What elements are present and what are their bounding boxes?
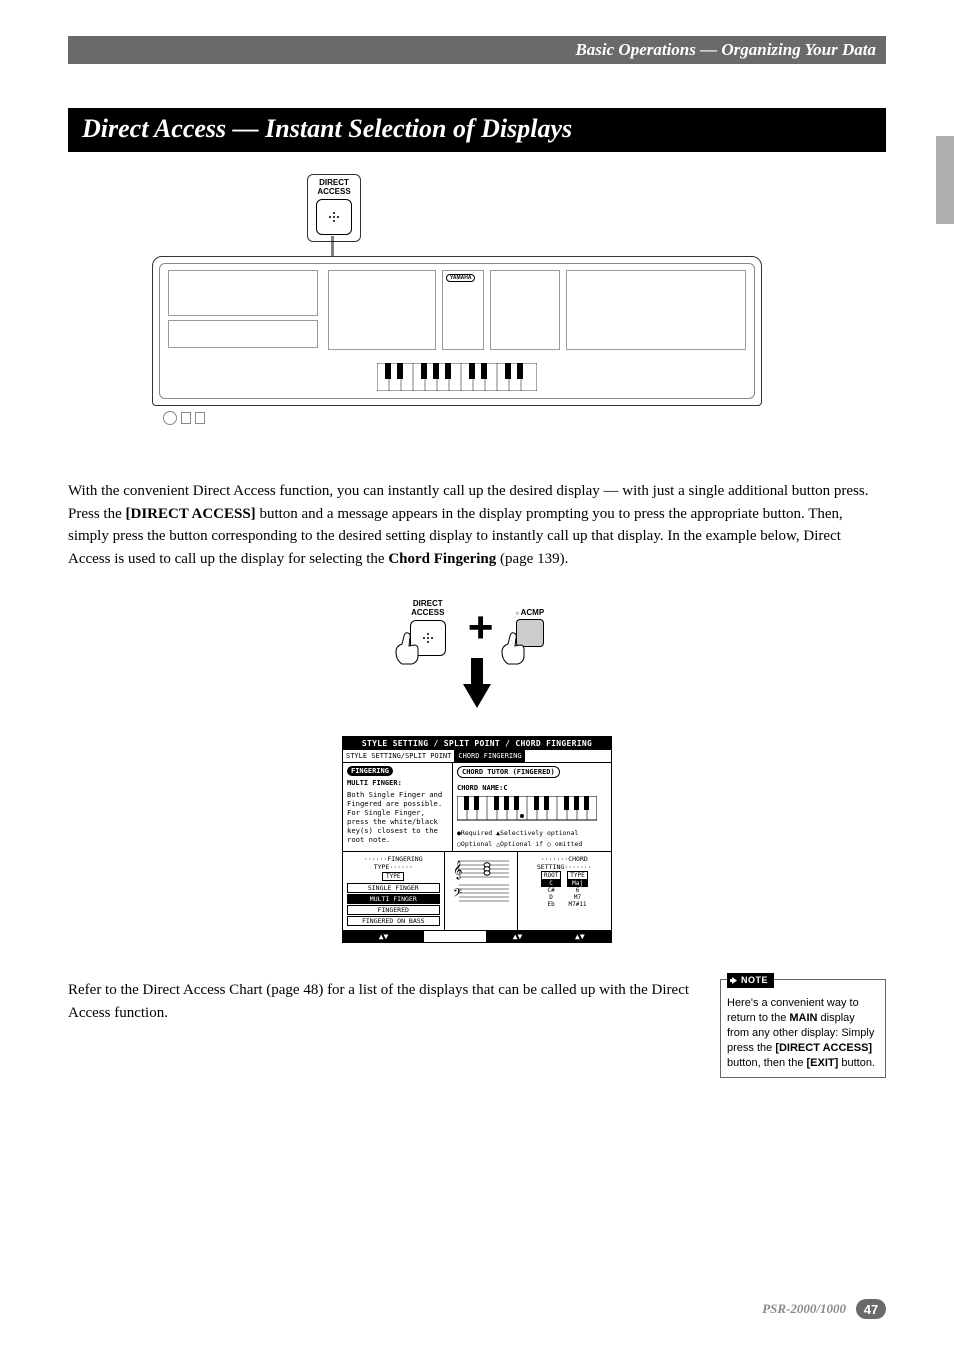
multi-finger-desc: Both Single Finger and Fingered are poss… xyxy=(347,790,448,844)
direct-access-label: DIRECT ACCESS xyxy=(316,179,352,197)
arrow-down-icon xyxy=(463,684,491,708)
chord-name-label: CHORD NAME: xyxy=(457,784,503,792)
fingering-type-header: FINGERING TYPE xyxy=(374,855,423,871)
lcd-title: STYLE SETTING / SPLIT POINT / CHORD FING… xyxy=(343,737,611,750)
page-title: Direct Access — Instant Selection of Dis… xyxy=(68,108,886,152)
note-main-ref: MAIN xyxy=(789,1012,817,1024)
type-fingered-on-bass: FINGERED ON BASS xyxy=(347,916,440,926)
type2-m7: M7 xyxy=(567,894,587,901)
lcd-tab-style: STYLE SETTING/SPLIT POINT xyxy=(343,750,455,762)
music-staff-icon: 𝄞 𝄢 xyxy=(451,855,511,903)
type2-m7s11: M7#11 xyxy=(567,901,587,908)
lcd-tabs: STYLE SETTING/SPLIT POINT CHORD FINGERIN… xyxy=(343,750,611,763)
staff-col: 𝄞 𝄢 xyxy=(445,852,518,930)
type-single-finger: SINGLE FINGER xyxy=(347,883,440,893)
root-c: C xyxy=(541,880,561,887)
direct-access-button-icon xyxy=(316,199,352,235)
fingering-type-col: ······FINGERING TYPE······ TYPE SINGLE F… xyxy=(343,852,445,930)
footer-arrow-2: ▲▼ xyxy=(486,931,548,942)
piano-keys-icon xyxy=(377,363,537,391)
lcd-footer-arrows: ▲▼ ▲▼ ▲▼ xyxy=(343,930,611,942)
closing-paragraph: Refer to the Direct Access Chart (page 4… xyxy=(68,979,692,1024)
brand-logo: YAMAHA xyxy=(446,274,475,282)
root-col-label: ROOT xyxy=(541,871,561,880)
note-d: button. xyxy=(838,1057,875,1069)
keyboard-panel-illustration: YAMAHA xyxy=(152,256,762,406)
acmp-label: ACMP xyxy=(521,608,545,617)
type-multi-finger: MULTI FINGER xyxy=(347,894,440,904)
root-eb: Eb xyxy=(541,901,561,908)
direct-access-button-ref: [DIRECT ACCESS] xyxy=(126,506,256,522)
lcd-display: STYLE SETTING / SPLIT POINT / CHORD FING… xyxy=(342,736,612,944)
lcd-right-panel: CHORD TUTOR (FINGERED) CHORD NAME:C ●Req… xyxy=(453,763,611,852)
svg-text:𝄢: 𝄢 xyxy=(453,888,462,903)
note-tag: NOTE xyxy=(727,973,774,987)
type2-col-label: TYPE xyxy=(567,871,587,880)
fingering-type-list: SINGLE FINGER MULTI FINGER FINGERED FING… xyxy=(347,883,440,926)
chord-name-value: C xyxy=(503,784,507,792)
hand-press-icon xyxy=(392,630,426,666)
note-c: button, then the xyxy=(727,1057,807,1069)
chord-setting-col: ·······CHORD SETTING······· ROOT C C# D … xyxy=(518,852,611,930)
svg-text:𝄞: 𝄞 xyxy=(453,861,462,880)
da-seq-label: DIRECT ACCESS xyxy=(410,600,446,618)
lcd-tab-chord-fingering: CHORD FINGERING xyxy=(455,750,524,762)
top-illustration: DIRECT ACCESS xyxy=(68,174,886,452)
multi-finger-label: MULTI FINGER: xyxy=(347,779,448,787)
note-box: NOTE Here's a convenient way to return t… xyxy=(720,979,886,1077)
chord-setting-header: CHORD SETTING xyxy=(537,855,588,871)
para1c: (page 139). xyxy=(496,551,568,567)
intro-paragraph: With the convenient Direct Access functi… xyxy=(68,480,886,570)
root-csharp: C# xyxy=(541,887,561,894)
chord-fingering-ref: Chord Fingering xyxy=(388,551,496,567)
footer-model: PSR-2000/1000 xyxy=(762,1301,846,1317)
chord-tutor-badge: CHORD TUTOR (FINGERED) xyxy=(457,766,560,778)
button-sequence-illustration: DIRECT ACCESS + ○ ACMP xyxy=(68,600,886,943)
lcd-left-panel: FINGERING MULTI FINGER: Both Single Fing… xyxy=(343,763,453,852)
fingering-badge: FINGERING xyxy=(347,766,393,776)
hand-press-icon-2 xyxy=(498,630,532,666)
type2-6: 6 xyxy=(567,887,587,894)
acmp-lamp: ○ ACMP xyxy=(516,608,545,617)
plus-icon: + xyxy=(468,603,494,653)
note-da-ref: [DIRECT ACCESS] xyxy=(775,1042,872,1054)
type-fingered: FINGERED xyxy=(347,905,440,915)
lcd-lower-panel: ······FINGERING TYPE······ TYPE SINGLE F… xyxy=(343,851,611,930)
section-header: Basic Operations — Organizing Your Data xyxy=(68,36,886,64)
root-d: D xyxy=(541,894,561,901)
type2-maj: Maj xyxy=(567,880,587,887)
footer-page-number: 47 xyxy=(856,1299,886,1319)
footer-arrow-1: ▲▼ xyxy=(343,931,424,942)
note-exit-ref: [EXIT] xyxy=(807,1057,839,1069)
type-col-label: TYPE xyxy=(382,872,404,881)
lcd-keyboard-icon xyxy=(457,796,597,824)
legend-1: ●Required ▲Selectively optional xyxy=(457,829,607,837)
page-content: Basic Operations — Organizing Your Data … xyxy=(0,0,954,1351)
da-label-2: ACCESS xyxy=(317,187,350,196)
page-footer: PSR-2000/1000 47 xyxy=(762,1299,886,1319)
footer-arrow-3: ▲▼ xyxy=(549,931,611,942)
legend-2: ○Optional △Optional if ○ omitted xyxy=(457,840,607,848)
da-label-1: DIRECT xyxy=(319,178,349,187)
